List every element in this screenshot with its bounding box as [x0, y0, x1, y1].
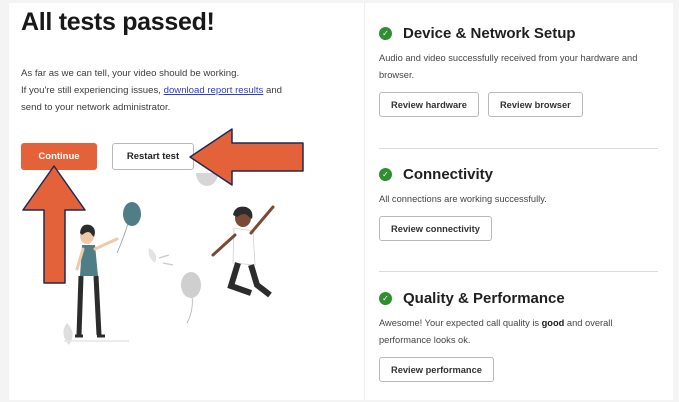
description-line-2-prefix: If you're still experiencing issues,	[21, 85, 164, 96]
section-title: Device & Network Setup	[403, 25, 576, 42]
section-description: Awesome! Your expected call quality is g…	[379, 315, 644, 349]
page-title: All tests passed!	[21, 8, 215, 36]
review-connectivity-button[interactable]: Review connectivity	[379, 216, 492, 241]
panel-divider	[364, 3, 365, 400]
section-device-network: ✓ Device & Network Setup Audio and video…	[379, 25, 664, 117]
balloon-gray-bottom	[181, 272, 201, 324]
download-report-link[interactable]: download report results	[164, 85, 264, 96]
section-connectivity: ✓ Connectivity All connections are worki…	[379, 166, 664, 241]
sparkle-lines	[158, 254, 174, 266]
section-quality-performance: ✓ Quality & Performance Awesome! Your ex…	[379, 290, 664, 382]
person-jumping	[211, 205, 275, 298]
section-title: Quality & Performance	[403, 290, 565, 307]
balloon-teal	[116, 202, 141, 254]
leaf-decoration-small	[148, 248, 157, 263]
description-prefix: Awesome! Your expected call quality is	[379, 318, 542, 328]
review-hardware-button[interactable]: Review hardware	[379, 92, 479, 117]
description-line-1: As far as we can tell, your video should…	[21, 68, 240, 79]
check-circle-icon: ✓	[379, 168, 392, 181]
results-description: As far as we can tell, your video should…	[21, 65, 291, 116]
review-performance-button[interactable]: Review performance	[379, 357, 494, 382]
check-circle-icon: ✓	[379, 292, 392, 305]
section-description: Audio and video successfully received fr…	[379, 53, 638, 80]
section-title: Connectivity	[403, 166, 494, 183]
section-description: All connections are working successfully…	[379, 194, 547, 204]
checks-panel: ✓ Device & Network Setup Audio and video…	[379, 3, 673, 400]
check-circle-icon: ✓	[379, 27, 392, 40]
review-browser-button[interactable]: Review browser	[487, 92, 583, 117]
section-divider	[379, 148, 658, 149]
section-divider	[379, 271, 658, 272]
person-standing	[64, 224, 129, 342]
balloon-gray-top	[196, 173, 218, 186]
network-test-results-page: All tests passed! As far as we can tell,…	[9, 3, 673, 400]
continue-button[interactable]: Continue	[21, 143, 97, 170]
call-quality-value: good	[541, 318, 565, 328]
results-summary-panel: All tests passed! As far as we can tell,…	[19, 3, 364, 400]
celebration-illustration	[63, 173, 275, 345]
restart-test-button[interactable]: Restart test	[112, 143, 194, 170]
